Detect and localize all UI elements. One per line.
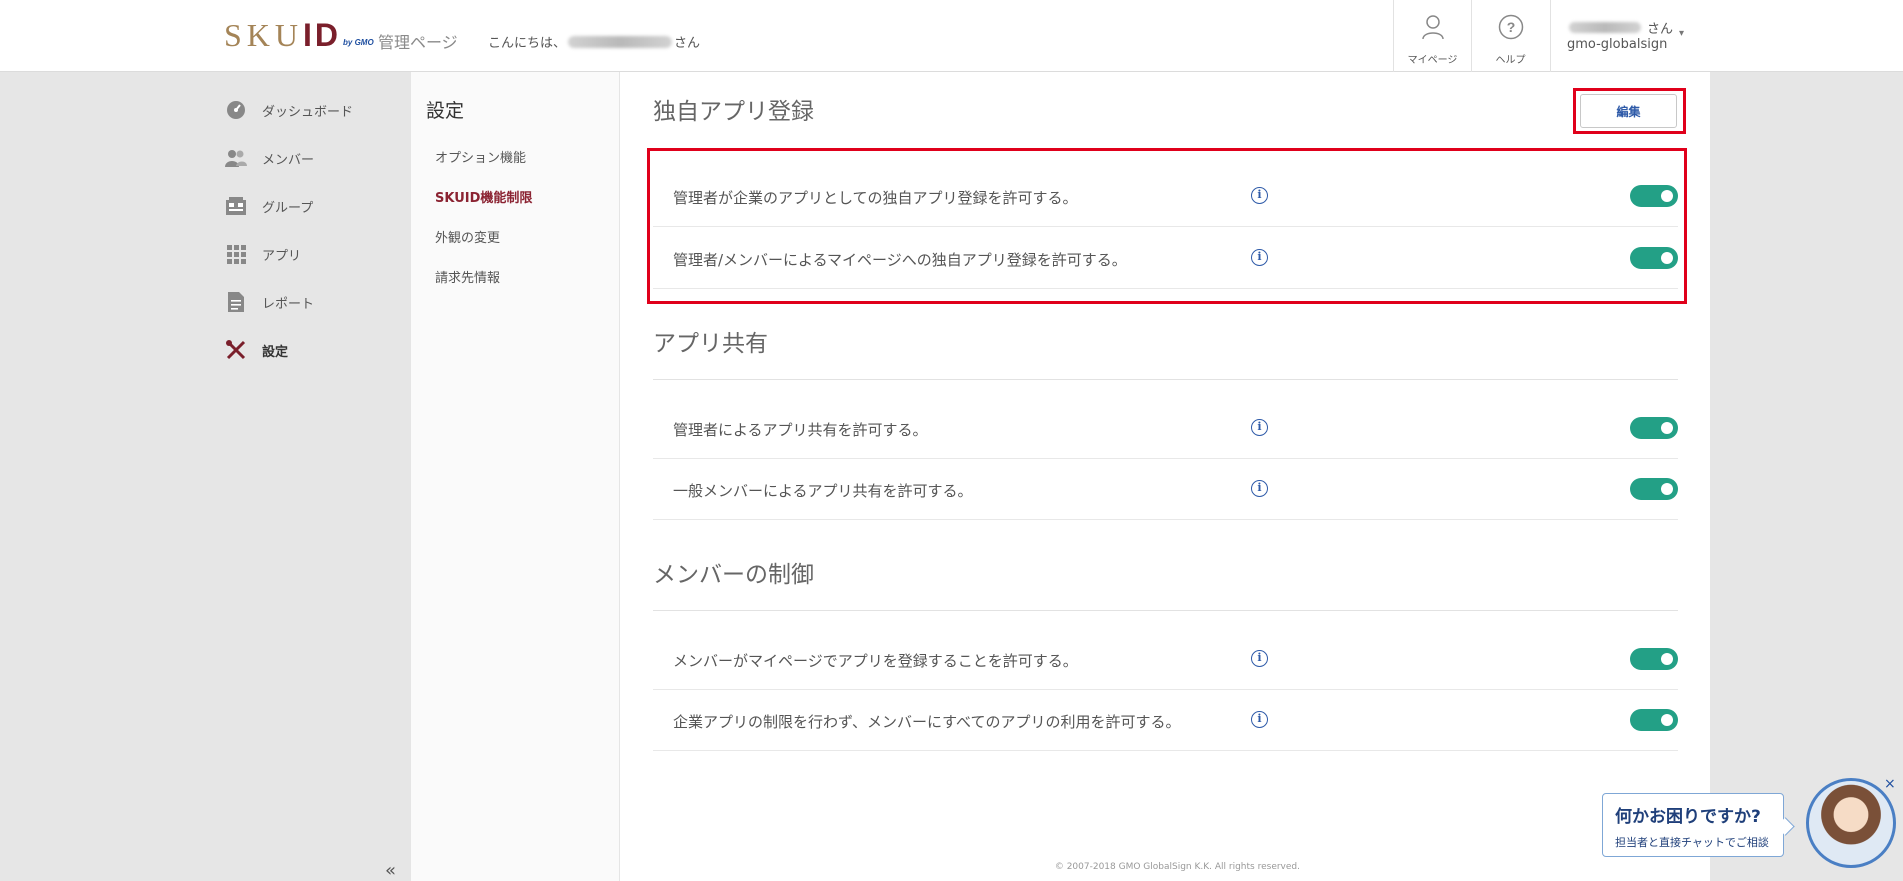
logo-id: ID (303, 17, 342, 53)
logo-by-gmo: by GMO (343, 38, 374, 47)
chat-subtitle: 担当者と直接チャットでご相談 (1615, 836, 1769, 849)
setting-row-label: 一般メンバーによるアプリ共有を許可する。 (673, 482, 973, 500)
sidebar-item-label: グループ (262, 200, 314, 216)
section-title-app-sharing: アプリ共有 (653, 331, 768, 357)
mypage-label: マイページ (1407, 55, 1458, 66)
sidebar-item-label: ダッシュボード (262, 104, 354, 120)
sidebar-item-members[interactable]: メンバー (225, 146, 314, 170)
blurred-username (568, 35, 673, 48)
setting-row-label: メンバーがマイページでアプリを登録することを許可する。 (673, 652, 1078, 670)
mypage-button[interactable]: マイページ (1393, 0, 1471, 72)
setting-row: 一般メンバーによるアプリ共有を許可する。 i (653, 459, 1678, 520)
settings-subnav: 設定 オプション機能 SKUID機能制限 外観の変更 請求先情報 (410, 72, 620, 881)
user-org: gmo-globalsign (1567, 37, 1668, 52)
skuid-logo[interactable]: SKU ID by GMO (224, 18, 374, 52)
info-icon[interactable]: i (1251, 419, 1268, 436)
info-icon[interactable]: i (1251, 711, 1268, 728)
section-divider (653, 610, 1678, 611)
toggle-switch[interactable] (1630, 247, 1678, 269)
subnav-item-billing[interactable]: 請求先情報 (435, 267, 500, 286)
setting-row: 管理者/メンバーによるマイページへの独自アプリ登録を許可する。 i (653, 228, 1678, 289)
help-label: ヘルプ (1495, 55, 1526, 66)
chat-prompt-bubble[interactable]: 何かお困りですか? 担当者と直接チャットでご相談 (1602, 793, 1784, 857)
admin-page-title: 管理ページ (378, 33, 458, 52)
setting-row-label: 管理者によるアプリ共有を許可する。 (673, 421, 928, 439)
subnav-item-skuid-restrictions[interactable]: SKUID機能制限 (435, 187, 532, 206)
sidebar-item-apps[interactable]: アプリ (225, 242, 301, 266)
close-icon[interactable]: × (1884, 776, 1896, 792)
chevron-down-icon[interactable]: ▾ (1679, 28, 1684, 39)
svg-text:?: ? (1506, 19, 1515, 35)
sidebar-item-dashboard[interactable]: ダッシュボード (225, 98, 353, 122)
help-icon: ? (1498, 14, 1523, 40)
setting-row: 管理者が企業のアプリとしての独自アプリ登録を許可する。 i (653, 166, 1678, 227)
group-icon (225, 195, 247, 217)
members-icon (225, 147, 247, 169)
toggle-switch[interactable] (1630, 709, 1678, 731)
setting-row-label: 企業アプリの制限を行わず、メンバーにすべてのアプリの利用を許可する。 (673, 713, 1181, 731)
dashboard-icon (225, 99, 247, 121)
copyright-footer: © 2007-2018 GMO GlobalSign K.K. All righ… (1054, 862, 1300, 872)
report-icon (225, 291, 247, 313)
settings-tools-icon (225, 339, 247, 361)
sidebar-item-settings[interactable]: 設定 (225, 338, 288, 362)
sidebar-item-group[interactable]: グループ (225, 194, 313, 218)
greeting-prefix: こんにちは、 (488, 36, 567, 51)
left-sidebar: ダッシュボード メンバー グループ アプリ レポート 設定 (210, 72, 410, 881)
info-icon[interactable]: i (1251, 187, 1268, 204)
info-icon[interactable]: i (1251, 249, 1268, 266)
chat-operator-avatar[interactable] (1806, 778, 1896, 868)
help-button[interactable]: ? ヘルプ (1471, 0, 1549, 72)
setting-row: 企業アプリの制限を行わず、メンバーにすべてのアプリの利用を許可する。 i (653, 690, 1678, 751)
greeting-suffix: さん (674, 36, 701, 51)
toggle-switch[interactable] (1630, 478, 1678, 500)
sidebar-item-label: レポート (262, 296, 315, 312)
setting-row: 管理者によるアプリ共有を許可する。 i (653, 398, 1678, 459)
subnav-item-options[interactable]: オプション機能 (435, 147, 526, 166)
person-icon (1421, 15, 1444, 40)
subnav-title: 設定 (426, 100, 465, 122)
subnav-item-appearance[interactable]: 外観の変更 (435, 227, 500, 246)
user-suffix: さん (1647, 22, 1674, 37)
sidebar-item-label: アプリ (262, 248, 302, 264)
section-title-member-control: メンバーの制御 (653, 562, 814, 588)
top-header: SKU ID by GMO 管理ページ こんにちは、 さん マイページ ? ヘル… (0, 0, 1903, 72)
toggle-switch[interactable] (1630, 185, 1678, 207)
sidebar-item-report[interactable]: レポート (225, 290, 314, 314)
user-name: さん (1567, 18, 1673, 37)
blurred-user-name (1569, 22, 1641, 33)
toggle-switch[interactable] (1630, 648, 1678, 670)
sidebar-item-label: メンバー (262, 152, 315, 168)
main-content: 独自アプリ登録 編集 管理者が企業のアプリとしての独自アプリ登録を許可する。 i… (620, 72, 1710, 881)
collapse-sidebar-icon[interactable]: « (385, 860, 396, 881)
apps-grid-icon (225, 243, 247, 265)
toggle-switch[interactable] (1630, 417, 1678, 439)
edit-button[interactable]: 編集 (1580, 94, 1677, 128)
section-divider (653, 379, 1678, 380)
greeting: こんにちは、 さん (488, 32, 700, 51)
info-icon[interactable]: i (1251, 480, 1268, 497)
sidebar-item-label: 設定 (262, 344, 289, 360)
logo-sku: SKU (224, 17, 304, 53)
setting-row-label: 管理者/メンバーによるマイページへの独自アプリ登録を許可する。 (673, 251, 1127, 269)
setting-row-label: 管理者が企業のアプリとしての独自アプリ登録を許可する。 (673, 189, 1078, 207)
section-title-custom-app: 独自アプリ登録 (653, 99, 814, 125)
user-menu[interactable]: さん gmo-globalsign ▾ (1550, 0, 1700, 72)
setting-row: メンバーがマイページでアプリを登録することを許可する。 i (653, 629, 1678, 690)
chat-question: 何かお困りですか? (1615, 807, 1761, 827)
info-icon[interactable]: i (1251, 650, 1268, 667)
